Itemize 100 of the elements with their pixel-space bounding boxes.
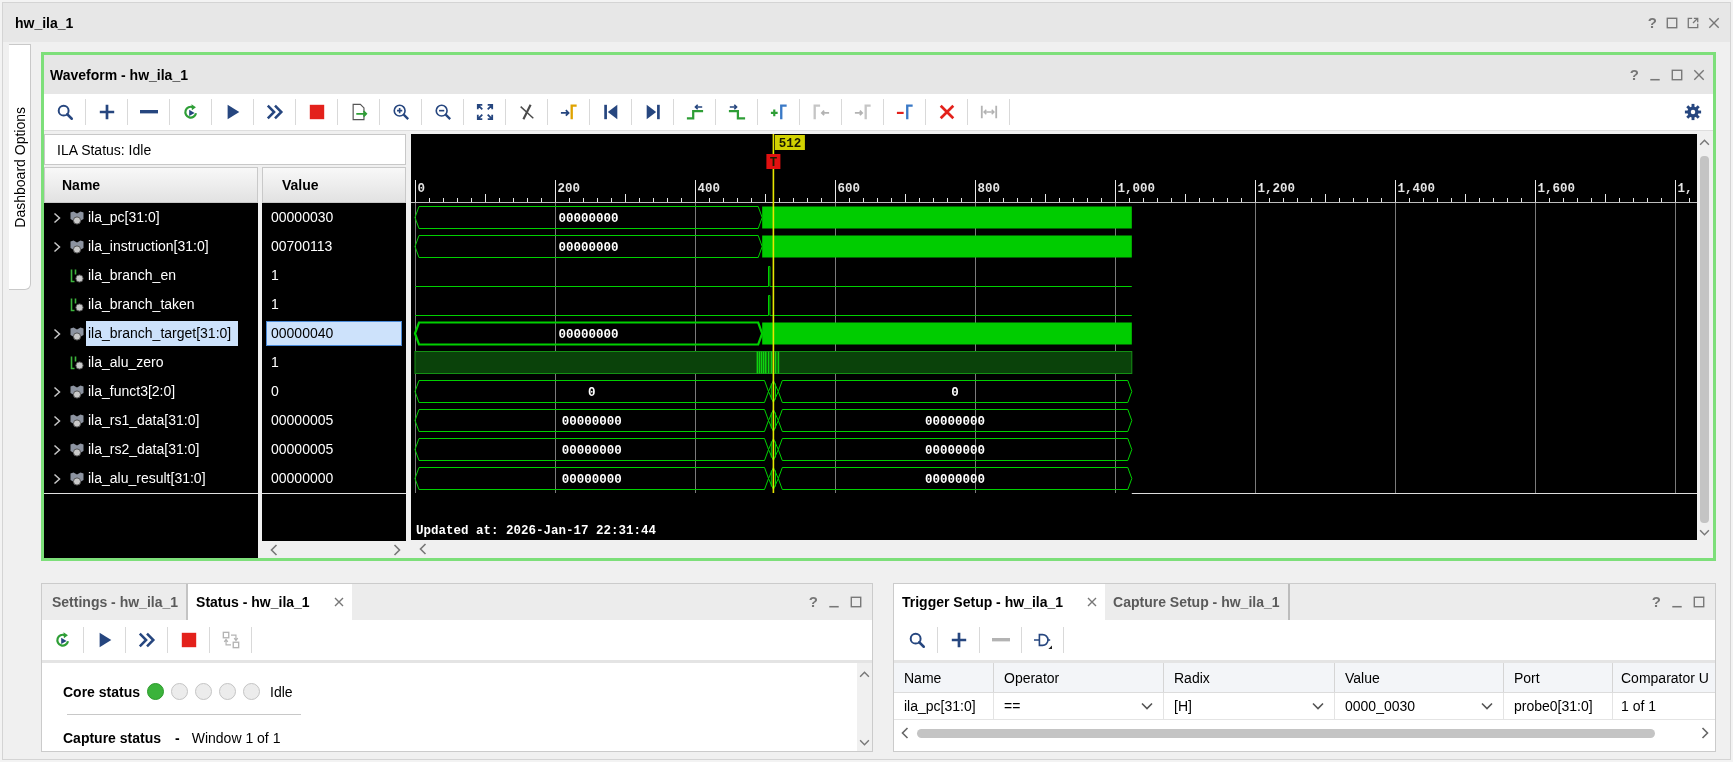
stop-icon — [179, 631, 198, 649]
maximize-icon[interactable] — [1693, 596, 1705, 608]
scroll-down-icon[interactable] — [859, 739, 870, 746]
bus-segment: 00000000 — [413, 321, 764, 346]
column-header[interactable]: Name — [894, 663, 994, 692]
bit-signal-icon — [70, 355, 84, 370]
scroll-right-icon[interactable] — [393, 543, 401, 556]
help-button[interactable]: ? — [808, 594, 818, 610]
chevron-right-icon[interactable] — [53, 414, 61, 427]
waveform-canvas[interactable]: 0 200 400 600 800 1,000 1,200 1,400 1,600 1, 00000000 00000000 00000000 0 0 00000000 00000000 00000000 00000000 00000000 00000000 512 T Updated at: 2026-Jan-17 22:31:44 — [411, 134, 1697, 540]
zoom-out-icon — [433, 103, 452, 121]
column-header[interactable]: Comparator U — [1613, 663, 1715, 692]
column-header[interactable]: Value — [1335, 663, 1504, 692]
signal-name[interactable]: ila_funct3[2:0] — [86, 379, 183, 404]
signal-name[interactable]: ila_alu_result[31:0] — [86, 466, 213, 491]
cursor-label[interactable]: 512 — [774, 135, 805, 151]
radix-dropdown[interactable]: [H] — [1164, 693, 1335, 719]
panel-tab[interactable]: Settings - hw_ila_1 — [42, 584, 187, 620]
signal-name[interactable]: ila_instruction[31:0] — [86, 234, 216, 259]
scroll-down-icon[interactable] — [1699, 529, 1710, 536]
minus-icon — [991, 638, 1010, 642]
scrollbar-thumb[interactable] — [1700, 156, 1709, 523]
bus-segment: 00000000 — [414, 438, 769, 461]
help-button[interactable]: ? — [1647, 14, 1657, 31]
close-icon[interactable] — [1693, 68, 1705, 81]
bus-signal-icon — [70, 413, 84, 428]
scroll-left-icon[interactable] — [270, 543, 278, 556]
help-button[interactable]: ? — [1629, 66, 1639, 83]
close-icon[interactable] — [1087, 597, 1098, 607]
bus-segment: 00000000 — [777, 438, 1133, 461]
bus-segment: 00000000 — [414, 235, 763, 258]
chevron-right-icon[interactable] — [53, 472, 61, 485]
operator-dropdown[interactable]: == — [994, 693, 1164, 719]
panel-title: Waveform - hw_ila_1 — [50, 66, 188, 83]
signal-value: 00000005 — [270, 411, 335, 430]
signal-value: 00000000 — [270, 469, 335, 488]
squares-arrows-icon — [221, 631, 240, 649]
chevron-right-icon[interactable] — [53, 211, 61, 224]
value-dropdown[interactable]: 0000_0030 — [1335, 693, 1504, 719]
column-header[interactable]: Radix — [1164, 663, 1335, 692]
vertical-scrollbar[interactable] — [857, 663, 872, 751]
settings-button[interactable] — [1684, 103, 1702, 121]
close-icon[interactable] — [333, 597, 344, 607]
settings-icon — [1684, 103, 1702, 121]
signal-name[interactable]: ila_alu_zero — [86, 350, 171, 375]
search-icon — [55, 103, 74, 121]
bus-signal-icon — [70, 442, 84, 457]
signal-value: 00000030 — [270, 208, 335, 227]
bus-segment: 00000000 — [414, 467, 769, 490]
core-status-label: Core status — [63, 683, 141, 700]
chevron-right-icon[interactable] — [53, 327, 61, 340]
scrollbar-thumb[interactable] — [917, 728, 1655, 738]
scroll-left-icon[interactable] — [419, 542, 427, 555]
scroll-left-icon[interactable] — [901, 727, 909, 739]
signal-name[interactable]: ila_branch_target[31:0] — [86, 321, 239, 346]
float-window-icon[interactable] — [1687, 16, 1699, 29]
maximize-icon[interactable] — [1671, 68, 1683, 81]
chevron-right-icon[interactable] — [53, 240, 61, 253]
dashboard-options-tab[interactable]: Dashboard Options — [9, 44, 31, 290]
update-timestamp: Updated at: 2026-Jan-17 22:31:44 — [416, 524, 657, 538]
bracket-arrow-icon — [811, 103, 830, 121]
arrow-bracket-icon — [559, 103, 578, 121]
bit-signal-icon — [70, 297, 84, 312]
chevron-right-icon[interactable] — [53, 385, 61, 398]
chevron-down-icon — [1481, 702, 1493, 710]
signal-name[interactable]: ila_pc[31:0] — [86, 205, 167, 230]
cursor-line[interactable] — [772, 134, 775, 494]
horizontal-scrollbar[interactable] — [901, 725, 1709, 741]
minus-bracket-icon — [895, 103, 914, 121]
maximize-icon[interactable] — [1666, 16, 1678, 29]
panel-tab[interactable]: Status - hw_ila_1 — [186, 584, 352, 620]
column-header[interactable]: Value — [262, 167, 406, 203]
signal-name[interactable]: ila_rs2_data[31:0] — [86, 437, 207, 462]
bus-segment: 0 — [777, 380, 1133, 403]
signal-name[interactable]: ila_rs1_data[31:0] — [86, 408, 207, 433]
transition-marks — [768, 467, 779, 490]
chevron-right-icon[interactable] — [53, 443, 61, 456]
column-header[interactable]: Port — [1504, 663, 1613, 692]
signal-name[interactable]: ila_branch_en — [86, 263, 183, 288]
signal-value: 00700113 — [270, 237, 334, 256]
signal-name[interactable]: ila_branch_taken — [86, 292, 202, 317]
maximize-icon[interactable] — [850, 596, 862, 608]
double-arrow-bars-icon — [979, 103, 998, 121]
status-separator: - — [175, 730, 180, 746]
transition-marks — [768, 409, 779, 432]
bus-signal-icon — [70, 239, 84, 254]
time-label: 1,000 — [1117, 182, 1155, 196]
column-header[interactable]: Operator — [994, 663, 1164, 692]
column-header[interactable]: Name — [44, 167, 258, 203]
scroll-up-icon[interactable] — [859, 671, 870, 678]
help-button[interactable]: ? — [1651, 594, 1661, 610]
close-icon[interactable] — [1708, 16, 1720, 29]
scroll-right-icon[interactable] — [1701, 727, 1709, 739]
bus-signal-icon — [70, 326, 84, 341]
transition-marks — [768, 438, 779, 461]
scroll-up-icon[interactable] — [1699, 139, 1710, 146]
capture-status-value: Window 1 of 1 — [191, 730, 281, 746]
plus-icon — [949, 631, 968, 649]
panel-tab[interactable]: Trigger Setup - hw_ila_1 — [894, 584, 1106, 620]
search-icon — [907, 631, 926, 649]
